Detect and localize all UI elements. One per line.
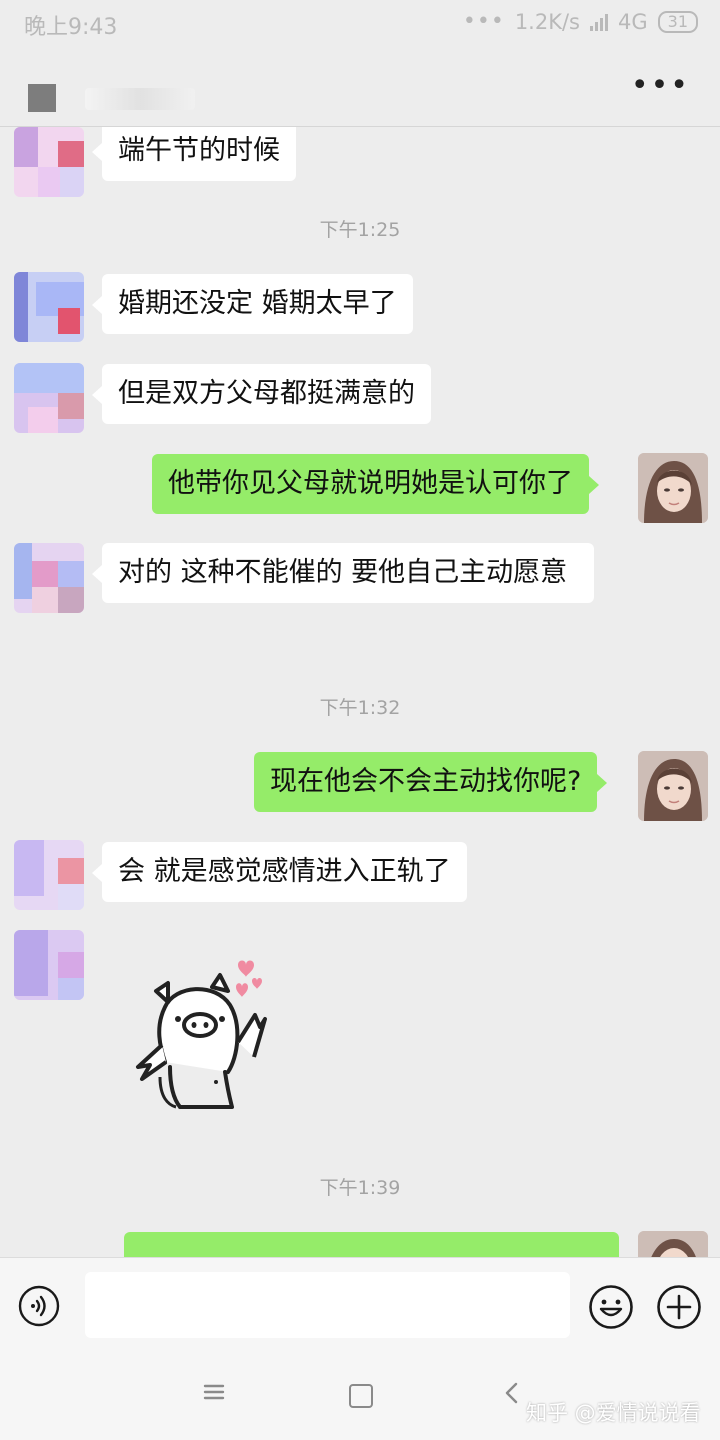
more-functions-button[interactable] xyxy=(656,1284,702,1330)
pig-sticker-image xyxy=(136,960,267,1109)
home-button[interactable] xyxy=(349,1384,373,1408)
timestamp: 下午1:25 xyxy=(319,219,401,241)
signal-icon xyxy=(590,13,608,31)
message-bubble-outgoing-partial[interactable] xyxy=(124,1232,619,1257)
message-bubble-incoming[interactable]: 婚期还没定 婚期太早了 xyxy=(92,274,413,334)
contact-avatar[interactable] xyxy=(14,272,84,342)
message-text: 他带你见父母就说明她是认可你了 xyxy=(168,468,573,499)
message-text: 现在他会不会主动找你呢? xyxy=(270,766,582,797)
pig-sticker[interactable] xyxy=(120,947,280,1117)
recent-apps-button[interactable] xyxy=(202,1380,226,1404)
chat-header: ••• xyxy=(0,48,720,127)
voice-input-icon xyxy=(18,1285,60,1327)
battery-icon: 31 xyxy=(657,10,698,33)
notification-dots-icon: ••• xyxy=(462,9,505,34)
emoji-button[interactable] xyxy=(588,1284,634,1330)
my-avatar[interactable] xyxy=(638,453,708,523)
system-nav-bar: 知乎 @爱情说说看 xyxy=(0,1353,720,1440)
contact-name-redacted xyxy=(85,88,195,110)
back-button[interactable] xyxy=(28,84,56,112)
message-text: 对的 这种不能催的 要他自己主动愿意 xyxy=(118,557,568,588)
timestamp: 下午1:32 xyxy=(319,697,401,719)
portrait-photo xyxy=(638,751,708,821)
message-text: 端午节的时候 xyxy=(118,135,280,166)
voice-input-button[interactable] xyxy=(18,1285,60,1327)
message-bubble-incoming[interactable]: 但是双方父母都挺满意的 xyxy=(92,364,431,424)
contact-avatar[interactable] xyxy=(14,363,84,433)
portrait-photo xyxy=(638,1231,708,1257)
input-bar xyxy=(0,1257,720,1354)
network-type: 4G xyxy=(618,9,648,34)
contact-avatar[interactable] xyxy=(14,127,84,197)
my-avatar[interactable] xyxy=(638,751,708,821)
back-nav-button[interactable] xyxy=(502,1381,522,1405)
message-list[interactable]: 端午节的时候 下午1:25 婚期还没定 婚期太早了 但是双方父母都挺满意的 他带… xyxy=(0,127,720,1257)
status-indicators: ••• 1.2K/s 4G 31 xyxy=(463,9,698,34)
more-horizontal-icon: ••• xyxy=(630,68,690,103)
message-input[interactable] xyxy=(85,1272,570,1338)
chevron-left-icon xyxy=(505,1382,518,1404)
message-bubble-outgoing[interactable]: 他带你见父母就说明她是认可你了 xyxy=(152,454,599,514)
my-avatar[interactable] xyxy=(638,1231,708,1257)
message-text: 但是双方父母都挺满意的 xyxy=(118,378,415,409)
message-text: 会 就是感觉感情进入正轨了 xyxy=(118,856,451,887)
contact-avatar[interactable] xyxy=(14,543,84,613)
contact-avatar[interactable] xyxy=(14,840,84,910)
more-options-button[interactable]: ••• xyxy=(631,71,690,101)
message-bubble-incoming[interactable]: 对的 这种不能催的 要他自己主动愿意 xyxy=(92,543,594,603)
emoji-icon xyxy=(589,1285,633,1329)
plus-icon xyxy=(657,1285,701,1329)
timestamp: 下午1:39 xyxy=(319,1177,401,1199)
message-bubble-incoming[interactable]: 会 就是感觉感情进入正轨了 xyxy=(92,842,467,902)
message-bubble-incoming[interactable]: 端午节的时候 xyxy=(92,127,296,181)
zhihu-watermark: 知乎 @爱情说说看 xyxy=(526,1401,701,1425)
menu-icon xyxy=(203,1384,225,1400)
message-bubble-outgoing[interactable]: 现在他会不会主动找你呢? xyxy=(254,752,608,812)
contact-avatar[interactable] xyxy=(14,930,84,1000)
status-time: 晚上9:43 xyxy=(24,15,118,40)
network-speed: 1.2K/s xyxy=(514,9,580,34)
status-bar: 晚上9:43 ••• 1.2K/s 4G 31 xyxy=(0,0,720,48)
battery-level: 31 xyxy=(667,11,688,31)
portrait-photo xyxy=(638,453,708,523)
message-text: 婚期还没定 婚期太早了 xyxy=(118,288,397,319)
